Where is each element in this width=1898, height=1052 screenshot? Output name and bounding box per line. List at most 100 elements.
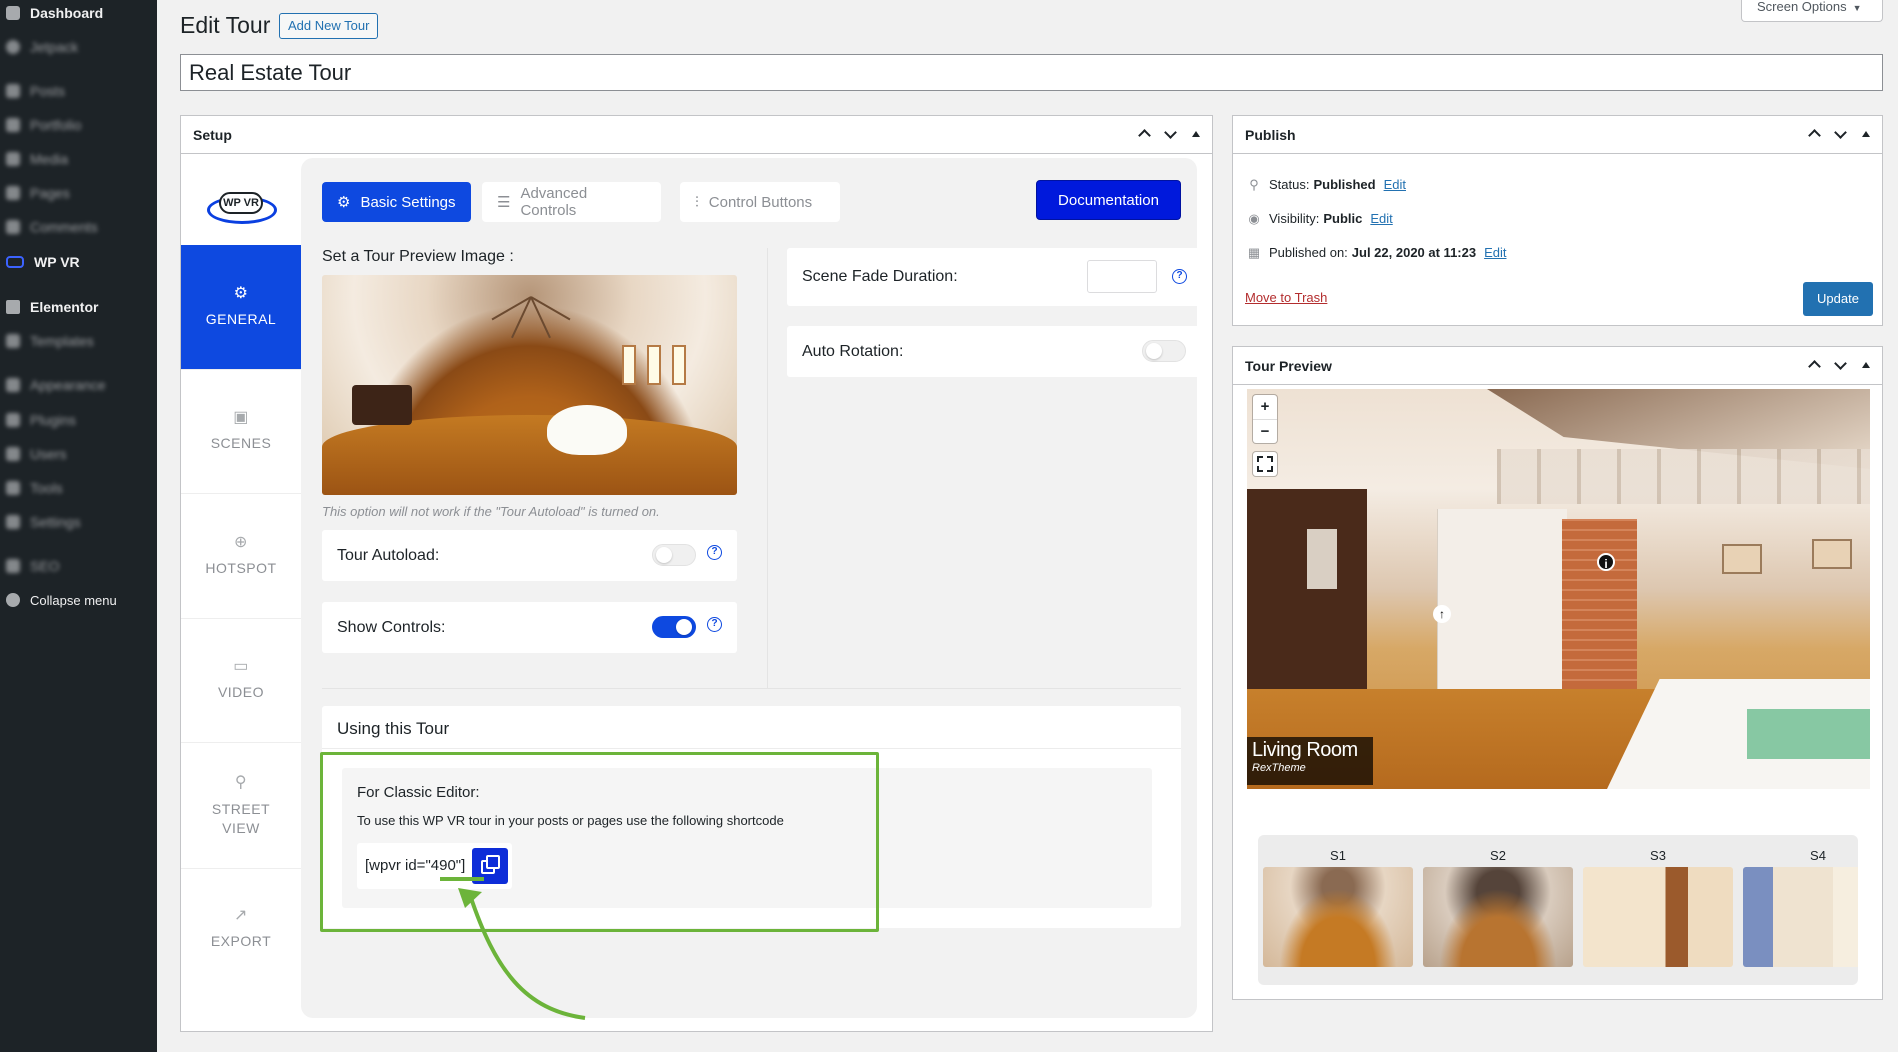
scene-thumb-s3[interactable]: S3	[1583, 845, 1733, 967]
chevron-up-icon	[1807, 360, 1821, 373]
nav-scenes[interactable]: ▣ SCENES	[181, 370, 301, 494]
section-divider	[322, 688, 1181, 689]
auto-rotation-toggle[interactable]	[1142, 340, 1186, 362]
using-tour-title: Using this Tour	[337, 719, 450, 738]
scene-fade-input[interactable]	[1087, 260, 1157, 293]
triangle-up-icon	[1862, 131, 1870, 137]
arrow-head	[458, 888, 482, 908]
page-title: Edit Tour	[180, 12, 271, 38]
zoom-out-button[interactable]: −	[1253, 419, 1277, 443]
nav-label: GENERAL	[205, 311, 277, 327]
move-down-button[interactable]	[1162, 126, 1178, 143]
sidebar-item-portfolio[interactable]: Portfolio	[6, 114, 81, 136]
scene-thumb-s4[interactable]: S4	[1743, 845, 1858, 967]
kitchen-wall	[1247, 489, 1367, 689]
screen-options-button[interactable]: Screen Options ▼	[1741, 0, 1883, 22]
publish-header: Publish	[1233, 116, 1882, 154]
documentation-button[interactable]: Documentation	[1036, 180, 1181, 220]
move-down-button[interactable]	[1832, 126, 1848, 143]
move-up-button[interactable]	[1806, 126, 1822, 143]
sidebar-item-tools[interactable]: Tools	[6, 477, 63, 499]
sidebar-item-label: SEO	[30, 558, 60, 574]
help-icon[interactable]: ?	[707, 545, 722, 560]
fullscreen-icon	[1267, 466, 1273, 472]
scene-gallery: S1 S2 S3 S4	[1258, 835, 1858, 985]
collapse-menu[interactable]: Collapse menu	[6, 589, 117, 611]
admin-sidebar: Dashboard Jetpack Posts Portfolio Media …	[0, 0, 157, 1052]
settings-icon	[6, 515, 20, 529]
show-controls-toggle[interactable]	[652, 616, 696, 638]
nav-export[interactable]: ↗ EXPORT	[181, 869, 301, 994]
help-icon[interactable]: ?	[707, 617, 722, 632]
move-up-button[interactable]	[1806, 357, 1822, 374]
move-to-trash-link[interactable]: Move to Trash	[1245, 290, 1327, 305]
highlight-box	[320, 752, 879, 932]
help-icon[interactable]: ?	[1172, 269, 1187, 284]
nav-label: VIDEO	[217, 684, 265, 700]
toggle-panel-button[interactable]	[1188, 126, 1204, 143]
triangle-up-icon	[1862, 362, 1870, 368]
scene-thumb-s2[interactable]: S2	[1423, 845, 1573, 967]
wrench-icon	[6, 481, 20, 495]
tab-basic-settings[interactable]: ⚙ Basic Settings	[322, 182, 471, 222]
scene-thumb-s1[interactable]: S1	[1263, 845, 1413, 967]
list-icon: ☰	[497, 194, 511, 211]
sidebar-item-wp-vr[interactable]: WP VR	[6, 251, 80, 273]
nav-hotspot[interactable]: ⊕ HOTSPOT	[181, 494, 301, 619]
sidebar-item-label: Pages	[30, 185, 70, 201]
scene-fade-label: Scene Fade Duration:	[802, 268, 958, 285]
move-up-button[interactable]	[1136, 126, 1152, 143]
setup-header: Setup	[181, 116, 1212, 154]
scene-thumb-label: S1	[1330, 848, 1346, 863]
sidebar-item-jetpack[interactable]: Jetpack	[6, 36, 78, 58]
nav-general[interactable]: ⚙ GENERAL	[181, 245, 301, 370]
sidebar-item-comments[interactable]: Comments	[6, 216, 98, 238]
scene-thumb-image	[1743, 867, 1858, 967]
edit-date-link[interactable]: Edit	[1484, 245, 1506, 260]
furniture	[352, 385, 412, 425]
sidebar-item-media[interactable]: Media	[6, 148, 68, 170]
zoom-in-button[interactable]: +	[1253, 395, 1277, 419]
info-hotspot-icon[interactable]: i	[1597, 553, 1615, 571]
chevron-up-icon	[1807, 129, 1821, 142]
scene-link-arrow-icon[interactable]: ↑	[1433, 605, 1451, 623]
update-button[interactable]: Update	[1803, 282, 1873, 316]
sidebar-item-posts[interactable]: Posts	[6, 80, 65, 102]
balcony-rail	[1497, 449, 1870, 504]
tour-title-input[interactable]	[180, 54, 1883, 91]
sidebar-item-pages[interactable]: Pages	[6, 182, 70, 204]
visibility-label: Visibility:	[1269, 211, 1320, 226]
tab-label: Control Buttons	[708, 193, 813, 211]
sidebar-item-users[interactable]: Users	[6, 443, 67, 465]
edit-visibility-link[interactable]: Edit	[1370, 211, 1392, 226]
toggle-panel-button[interactable]	[1858, 126, 1874, 143]
fullscreen-button[interactable]	[1253, 452, 1277, 476]
panorama-viewer[interactable]: + − i ↑ Living Room RexTheme	[1247, 389, 1870, 789]
toggle-panel-button[interactable]	[1858, 357, 1874, 374]
sidebar-item-seo[interactable]: SEO	[6, 555, 60, 577]
tab-control-buttons[interactable]: ⫶ Control Buttons	[680, 182, 840, 222]
sidebar-item-label: Tools	[30, 480, 63, 496]
triangle-up-icon	[1192, 131, 1200, 137]
nav-street-view[interactable]: ⚲ STREET VIEW	[181, 743, 301, 869]
sidebar-item-templates[interactable]: Templates	[6, 330, 94, 352]
sidebar-item-label: Appearance	[30, 377, 106, 393]
status-label: Status:	[1269, 177, 1310, 192]
auto-rotation-row: Auto Rotation:	[787, 326, 1202, 377]
sofa	[547, 405, 627, 455]
tab-advanced-controls[interactable]: ☰ Advanced Controls	[482, 182, 661, 222]
sidebar-item-settings[interactable]: Settings	[6, 511, 81, 533]
sidebar-item-plugins[interactable]: Plugins	[6, 409, 76, 431]
sidebar-item-elementor[interactable]: Elementor	[6, 296, 98, 318]
sidebar-item-dashboard[interactable]: Dashboard	[6, 2, 103, 24]
edit-status-link[interactable]: Edit	[1384, 177, 1406, 192]
add-new-tour-button[interactable]: Add New Tour	[279, 13, 379, 39]
sidebar-item-label: Jetpack	[30, 39, 79, 55]
tour-autoload-toggle[interactable]	[652, 544, 696, 566]
sidebar-item-appearance[interactable]: Appearance	[6, 374, 106, 396]
preview-image-label: Set a Tour Preview Image :	[322, 248, 514, 265]
publish-postbox: Publish ⚲ Status: Published Edit ◉ Visib…	[1232, 115, 1883, 326]
tour-preview-image[interactable]	[322, 275, 737, 495]
nav-video[interactable]: ▭ VIDEO	[181, 619, 301, 743]
move-down-button[interactable]	[1832, 357, 1848, 374]
